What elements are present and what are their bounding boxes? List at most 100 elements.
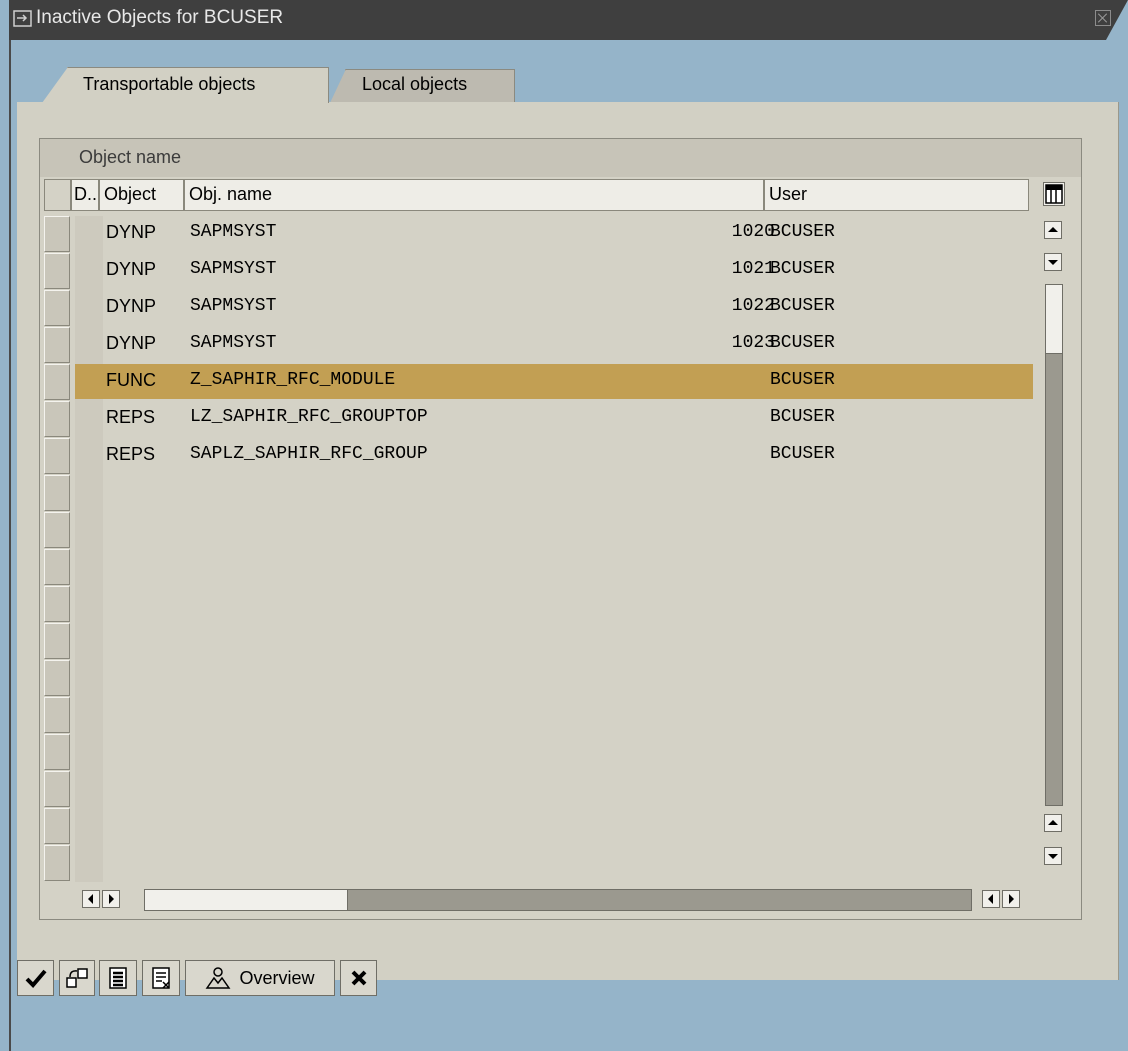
scroll-page-down-button[interactable] — [1044, 847, 1062, 865]
cell-number: 1021 — [731, 259, 775, 279]
scroll-left-end-button[interactable] — [982, 890, 1000, 908]
row-d-cell — [75, 734, 103, 771]
table-row[interactable]: DYNP SAPMSYST 1020 BCUSER — [75, 216, 1033, 251]
row-selector[interactable] — [44, 364, 70, 400]
row-selector[interactable] — [44, 475, 70, 511]
cell-object: DYNP — [106, 333, 157, 353]
overview-label: Overview — [239, 967, 315, 988]
close-icon[interactable] — [1095, 10, 1111, 26]
select-all-icon — [109, 967, 127, 989]
row-selector[interactable] — [44, 734, 70, 770]
check-icon — [25, 969, 47, 988]
row-selector[interactable] — [44, 623, 70, 659]
scroll-right-end-button[interactable] — [1002, 890, 1020, 908]
cell-user: BCUSER — [770, 222, 835, 242]
cell-object: REPS — [106, 444, 156, 464]
group-header: Object name — [40, 139, 1081, 177]
tab-local-objects[interactable]: Local objects — [330, 69, 515, 105]
row-d-cell — [75, 549, 103, 586]
row-selector[interactable] — [44, 253, 70, 289]
horizontal-scroll-thumb[interactable] — [144, 889, 348, 911]
scroll-down-button[interactable] — [1044, 253, 1062, 271]
cell-obj-name: SAPMSYST — [190, 259, 277, 279]
row-selector[interactable] — [44, 808, 70, 844]
table-row[interactable]: REPS LZ_SAPHIR_RFC_GROUPTOP BCUSER — [75, 401, 1033, 436]
row-selector[interactable] — [44, 771, 70, 807]
column-header-object[interactable]: Object — [99, 179, 184, 211]
column-header-obj-name[interactable]: Obj. name — [184, 179, 764, 211]
overview-button[interactable]: Overview — [185, 960, 335, 996]
cell-object: DYNP — [106, 222, 157, 242]
scroll-up-button[interactable] — [1044, 221, 1062, 239]
column-config-icon[interactable] — [1043, 182, 1065, 206]
table-row[interactable]: FUNC Z_SAPHIR_RFC_MODULE BCUSER — [75, 364, 1033, 399]
column-header-user[interactable]: User — [764, 179, 1029, 211]
deselect-all-button[interactable] — [142, 960, 180, 996]
row-selector[interactable] — [44, 845, 70, 881]
cell-object: DYNP — [106, 296, 157, 316]
row-selector[interactable] — [44, 290, 70, 326]
title-bar: Inactive Objects for BCUSER — [9, 0, 1128, 40]
row-selector[interactable] — [44, 327, 70, 363]
row-selector[interactable] — [44, 401, 70, 437]
row-d-cell — [75, 512, 103, 549]
table-row[interactable]: REPS SAPLZ_SAPHIR_RFC_GROUP BCUSER — [75, 438, 1033, 473]
row-d-cell — [75, 586, 103, 623]
row-selector[interactable] — [44, 586, 70, 622]
column-header-row: D.. Object Obj. name User — [40, 179, 1081, 214]
scroll-left-button[interactable] — [82, 890, 100, 908]
dialog-body: Local objects Object name D.. Object Obj… — [9, 40, 1128, 1051]
application-toolbar: Overview — [17, 960, 1128, 1000]
window-title: Inactive Objects for BCUSER — [36, 7, 284, 28]
row-selector[interactable] — [44, 512, 70, 548]
cell-user: BCUSER — [770, 333, 835, 353]
cell-user: BCUSER — [770, 370, 835, 390]
table-row[interactable]: DYNP SAPMSYST 1023 BCUSER — [75, 327, 1033, 362]
select-all-corner[interactable] — [44, 179, 71, 211]
row-d-cell — [75, 808, 103, 845]
continue-button[interactable] — [17, 960, 54, 996]
cell-user: BCUSER — [770, 296, 835, 316]
window-icon — [13, 10, 32, 27]
cell-obj-name: SAPMSYST — [190, 333, 277, 353]
row-selector[interactable] — [44, 549, 70, 585]
table-row[interactable]: DYNP SAPMSYST 1021 BCUSER — [75, 253, 1033, 288]
row-d-cell — [75, 475, 103, 512]
row-selector[interactable] — [44, 697, 70, 733]
scroll-right-button[interactable] — [102, 890, 120, 908]
row-d-cell — [75, 697, 103, 734]
activate-button[interactable] — [59, 960, 95, 996]
cell-obj-name: Z_SAPHIR_RFC_MODULE — [190, 370, 396, 390]
activate-icon — [66, 968, 88, 988]
scroll-page-up-button[interactable] — [1044, 814, 1062, 832]
row-d-cell — [75, 623, 103, 660]
cell-object: REPS — [106, 407, 156, 427]
row-d-cell — [75, 845, 103, 882]
table-row[interactable]: DYNP SAPMSYST 1022 BCUSER — [75, 290, 1033, 325]
cell-obj-name: SAPMSYST — [190, 296, 277, 316]
overview-icon — [206, 967, 231, 989]
row-selector[interactable] — [44, 216, 70, 252]
column-header-d[interactable]: D.. — [71, 179, 99, 211]
cell-number: 1022 — [731, 296, 775, 316]
vertical-scroll-thumb[interactable] — [1045, 284, 1063, 354]
row-d-cell — [75, 771, 103, 808]
cell-number: 1020 — [731, 222, 775, 242]
vertical-scroll-track[interactable] — [1045, 284, 1063, 806]
cell-user: BCUSER — [770, 259, 835, 279]
row-selector[interactable] — [44, 438, 70, 474]
cell-object: FUNC — [106, 370, 156, 390]
cell-number: 1023 — [731, 333, 775, 353]
cell-obj-name: SAPLZ_SAPHIR_RFC_GROUP — [190, 444, 428, 464]
cell-user: BCUSER — [770, 444, 835, 464]
tab-panel: Object name D.. Object Obj. name User DY… — [17, 102, 1119, 980]
cell-obj-name: LZ_SAPHIR_RFC_GROUPTOP — [190, 407, 428, 427]
cancel-icon — [351, 970, 366, 986]
select-all-button[interactable] — [99, 960, 137, 996]
row-selector[interactable] — [44, 660, 70, 696]
row-d-cell — [75, 660, 103, 697]
tab-transportable-objects[interactable]: Transportable objects — [42, 67, 329, 103]
deselect-all-icon — [152, 967, 170, 989]
cancel-button[interactable] — [340, 960, 377, 996]
tab-label: Local objects — [362, 74, 468, 94]
